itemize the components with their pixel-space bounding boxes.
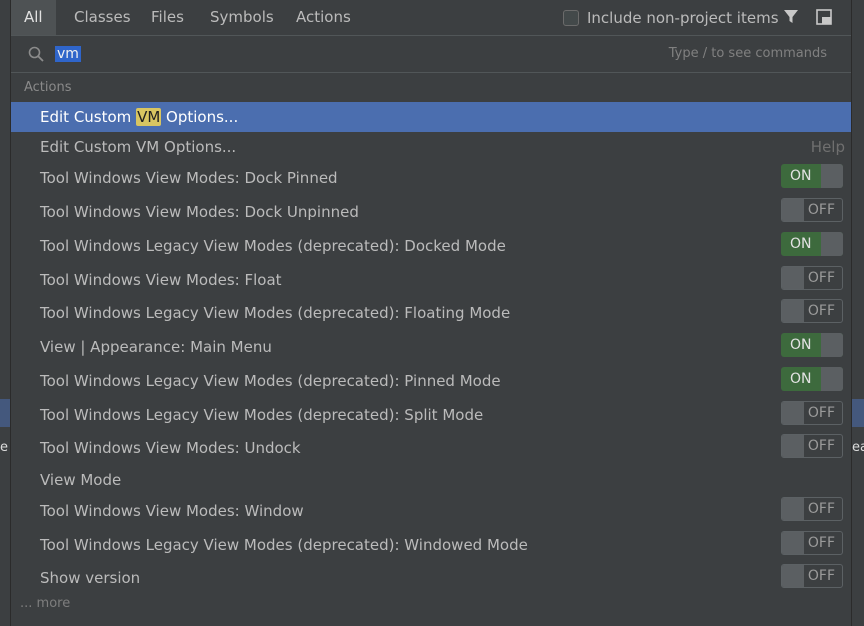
item-label: Edit Custom VM Options... bbox=[40, 138, 237, 156]
list-item[interactable]: Edit Custom VM Options... bbox=[11, 102, 851, 132]
background-text-left: e bbox=[0, 440, 8, 455]
toggle-knob bbox=[782, 199, 804, 221]
background-text-right: ea bbox=[852, 440, 864, 455]
list-item[interactable]: Tool Windows Legacy View Modes (deprecat… bbox=[11, 231, 851, 261]
group-title: Actions bbox=[24, 80, 72, 95]
toggle-switch[interactable]: OFF bbox=[781, 564, 843, 588]
toggle-switch[interactable]: OFF bbox=[781, 266, 843, 290]
toggle-state: OFF bbox=[807, 438, 835, 454]
toggle-state: OFF bbox=[807, 535, 835, 551]
toggle-switch[interactable]: OFF bbox=[781, 198, 843, 222]
tab-files[interactable]: Files bbox=[138, 0, 197, 35]
item-label: Tool Windows Legacy View Modes (deprecat… bbox=[40, 536, 528, 554]
toggle-state: OFF bbox=[807, 270, 835, 286]
item-label: View Mode bbox=[40, 471, 122, 489]
item-label: Tool Windows View Modes: Window bbox=[40, 502, 304, 520]
filter-icon[interactable] bbox=[781, 7, 801, 27]
tab-classes[interactable]: Classes bbox=[61, 0, 144, 35]
tab-bar: All Classes Files Symbols Actions Includ… bbox=[11, 0, 851, 36]
toggle-state: OFF bbox=[807, 405, 835, 421]
match-highlight: VM bbox=[136, 108, 162, 126]
toggle-knob bbox=[782, 532, 804, 554]
toggle-knob bbox=[821, 333, 843, 357]
list-item[interactable]: View Mode bbox=[11, 465, 851, 495]
item-label: Tool Windows Legacy View Modes (deprecat… bbox=[40, 237, 506, 255]
toggle-switch[interactable]: OFF bbox=[781, 497, 843, 521]
toggle-knob bbox=[821, 367, 843, 391]
toggle-state: OFF bbox=[807, 202, 835, 218]
more-link[interactable]: ... more bbox=[20, 596, 70, 611]
toggle-knob bbox=[782, 402, 804, 424]
toggle-knob bbox=[782, 435, 804, 457]
toggle-switch[interactable]: ON bbox=[781, 232, 843, 256]
toggle-switch[interactable]: OFF bbox=[781, 434, 843, 458]
list-item[interactable]: Edit Custom VM Options... Help bbox=[11, 132, 851, 162]
toggle-state: OFF bbox=[807, 303, 835, 319]
search-input[interactable]: vm bbox=[55, 44, 81, 64]
tab-actions[interactable]: Actions bbox=[283, 0, 364, 35]
list-item[interactable]: Tool Windows View Modes: Undock bbox=[11, 433, 851, 463]
item-label: Edit Custom VM Options... bbox=[40, 108, 239, 126]
search-query: vm bbox=[55, 46, 81, 62]
tab-symbols[interactable]: Symbols bbox=[197, 0, 287, 35]
tab-all[interactable]: All bbox=[11, 0, 56, 35]
include-label: Include non-project items bbox=[587, 8, 779, 27]
include-non-project-toggle[interactable]: Include non-project items bbox=[563, 0, 779, 35]
list-item[interactable]: View | Appearance: Main Menu bbox=[11, 332, 851, 362]
toggle-switch[interactable]: ON bbox=[781, 333, 843, 357]
commands-hint: Type / to see commands bbox=[668, 46, 827, 61]
list-item[interactable]: Tool Windows Legacy View Modes (deprecat… bbox=[11, 400, 851, 430]
toggle-state: ON bbox=[790, 337, 812, 353]
list-item[interactable]: Tool Windows View Modes: Dock Pinned bbox=[11, 163, 851, 193]
toggle-switch[interactable]: ON bbox=[781, 164, 843, 188]
list-item[interactable]: Tool Windows Legacy View Modes (deprecat… bbox=[11, 530, 851, 560]
toggle-knob bbox=[782, 267, 804, 289]
list-item[interactable]: Tool Windows Legacy View Modes (deprecat… bbox=[11, 298, 851, 328]
include-checkbox[interactable] bbox=[563, 9, 579, 26]
toggle-knob bbox=[782, 498, 804, 520]
toggle-state: ON bbox=[790, 236, 812, 252]
toggle-knob bbox=[821, 164, 843, 188]
list-item[interactable]: Tool Windows View Modes: Float bbox=[11, 265, 851, 295]
search-row: vm Type / to see commands bbox=[11, 36, 851, 73]
item-label: Tool Windows Legacy View Modes (deprecat… bbox=[40, 406, 484, 424]
toggle-state: OFF bbox=[807, 501, 835, 517]
item-label: Tool Windows View Modes: Float bbox=[40, 271, 282, 289]
list-item[interactable]: Show version bbox=[11, 563, 851, 593]
item-label: Tool Windows Legacy View Modes (deprecat… bbox=[40, 304, 511, 322]
toggle-switch[interactable]: OFF bbox=[781, 401, 843, 425]
toggle-state: ON bbox=[790, 371, 812, 387]
item-label: View | Appearance: Main Menu bbox=[40, 338, 272, 356]
search-everywhere-popup: All Classes Files Symbols Actions Includ… bbox=[10, 0, 852, 626]
item-label: Show version bbox=[40, 569, 141, 587]
pin-window-icon[interactable] bbox=[814, 7, 834, 27]
toggle-switch[interactable]: ON bbox=[781, 367, 843, 391]
item-label: Tool Windows View Modes: Undock bbox=[40, 439, 301, 457]
list-item[interactable]: Tool Windows View Modes: Dock Unpinned bbox=[11, 197, 851, 227]
item-label: Tool Windows View Modes: Dock Pinned bbox=[40, 169, 338, 187]
toggle-switch[interactable]: OFF bbox=[781, 531, 843, 555]
toggle-knob bbox=[782, 565, 804, 587]
toggle-state: OFF bbox=[807, 568, 835, 584]
item-label: Tool Windows View Modes: Dock Unpinned bbox=[40, 203, 359, 221]
toggle-knob bbox=[821, 232, 843, 256]
item-group-hint: Help bbox=[810, 138, 845, 156]
toggle-state: ON bbox=[790, 168, 812, 184]
list-item[interactable]: Tool Windows View Modes: Window bbox=[11, 496, 851, 526]
item-label: Tool Windows Legacy View Modes (deprecat… bbox=[40, 372, 501, 390]
toggle-switch[interactable]: OFF bbox=[781, 299, 843, 323]
list-item[interactable]: Tool Windows Legacy View Modes (deprecat… bbox=[11, 366, 851, 396]
search-icon bbox=[28, 46, 44, 62]
toggle-knob bbox=[782, 300, 804, 322]
